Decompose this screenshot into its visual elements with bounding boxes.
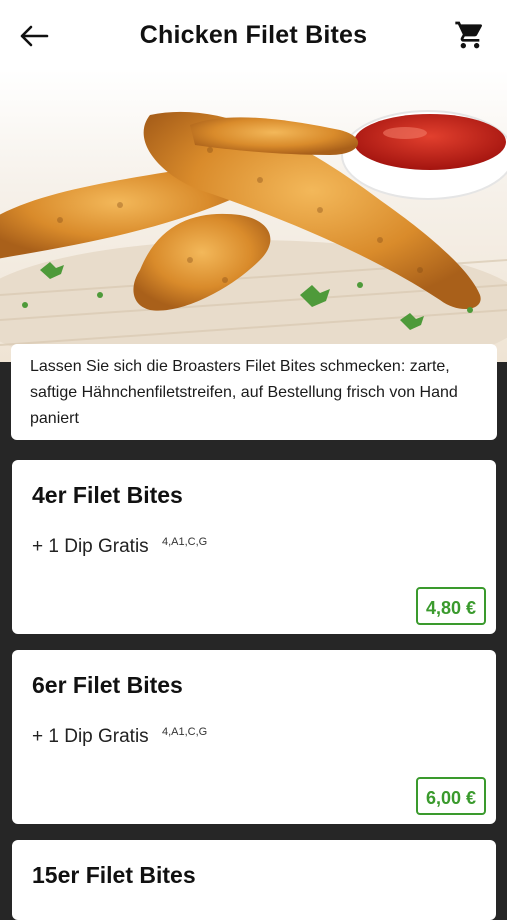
- chicken-bites-illustration: [0, 110, 507, 362]
- item-extra-text: + 1 Dip Gratis: [32, 536, 149, 557]
- item-extra: + 1 Dip Gratis 4,A1,C,G: [32, 530, 476, 559]
- arrow-left-icon: [20, 25, 49, 47]
- product-image: [0, 70, 507, 362]
- item-name: 15er Filet Bites: [32, 862, 196, 888]
- cart-button[interactable]: [453, 18, 487, 52]
- cart-icon: [455, 21, 483, 49]
- price-button[interactable]: 4,80 €: [415, 587, 486, 625]
- page-title: Chicken Filet Bites: [139, 20, 368, 49]
- allergen-codes: 4,A1,C,G: [161, 726, 208, 738]
- back-button[interactable]: [18, 22, 50, 50]
- menu-item-card[interactable]: 4er Filet Bites + 1 Dip Gratis 4,A1,C,G …: [12, 460, 496, 634]
- description-text: Lassen Sie sich die Broasters Filet Bite…: [30, 358, 458, 427]
- menu-item-card[interactable]: 15er Filet Bites: [12, 840, 496, 920]
- app-header: Chicken Filet Bites: [0, 0, 507, 70]
- price-button[interactable]: 6,00 €: [415, 777, 486, 815]
- item-name: 4er Filet Bites: [32, 482, 183, 508]
- item-name: 6er Filet Bites: [32, 672, 183, 698]
- menu-item-card[interactable]: 6er Filet Bites + 1 Dip Gratis 4,A1,C,G …: [12, 650, 496, 824]
- item-extra-text: + 1 Dip Gratis: [32, 726, 149, 747]
- allergen-codes: 4,A1,C,G: [161, 536, 208, 548]
- description-card: Lassen Sie sich die Broasters Filet Bite…: [11, 344, 497, 440]
- item-extra: + 1 Dip Gratis 4,A1,C,G: [32, 720, 476, 749]
